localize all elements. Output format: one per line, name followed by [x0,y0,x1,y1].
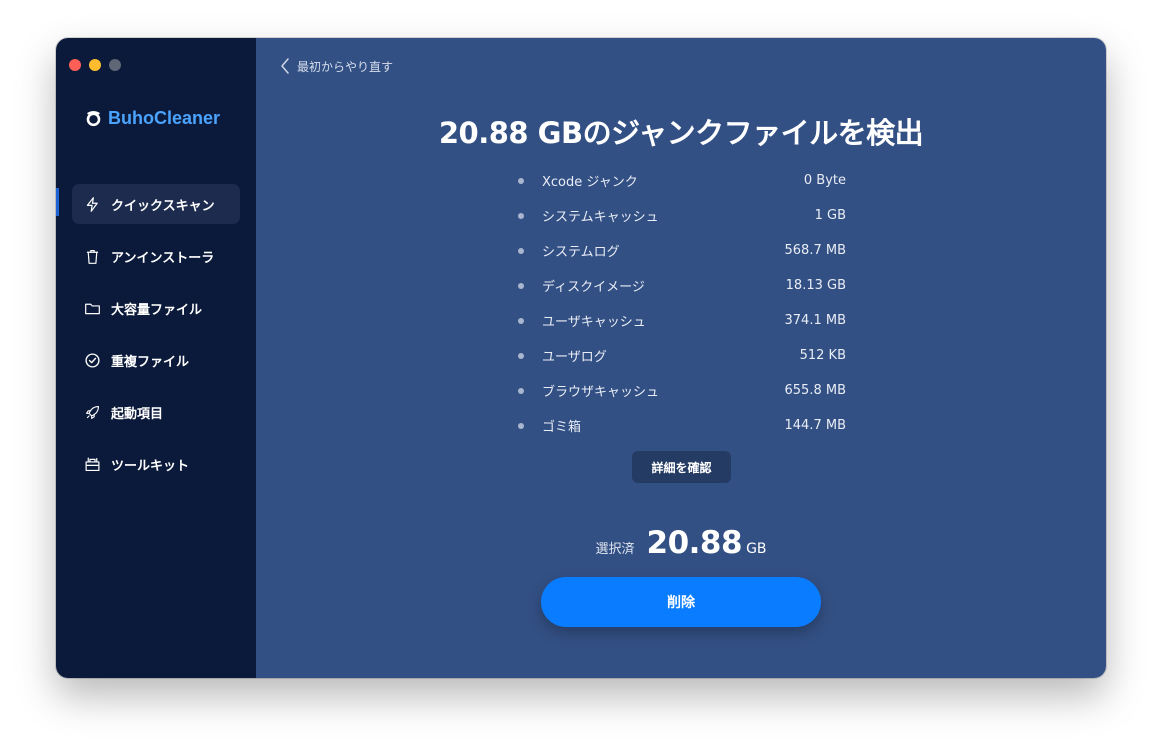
bullet-icon [518,422,524,429]
bullet-icon [518,352,524,359]
bullet-icon [518,177,524,184]
junk-row-system-logs: システムログ 568.7 MB [518,233,846,268]
sidebar-item-label: 起動項目 [111,406,164,422]
junk-size: 655.8 MB [784,383,846,398]
junk-size: 144.7 MB [784,418,846,433]
zoom-window-button[interactable] [109,59,121,71]
junk-size: 0 Byte [803,173,846,188]
junk-row-xcode: Xcode ジャンク 0 Byte [518,163,846,198]
main-panel: 最初からやり直す 20.88 GBのジャンクファイルを検出 Xcode ジャンク… [256,38,1106,678]
sidebar-item-startup-items[interactable]: 起動項目 [72,392,240,432]
junk-row-trash: ゴミ箱 144.7 MB [518,408,846,443]
junk-size: 1 GB [814,208,846,223]
buho-logo-icon [86,111,101,127]
app-window: BuhoCleaner クイックスキャン アンインストーラ 大容量ファイル 重複… [56,38,1106,678]
start-over-label: 最初からやり直す [297,59,394,74]
sidebar: BuhoCleaner クイックスキャン アンインストーラ 大容量ファイル 重複… [56,38,256,678]
junk-row-disk-images: ディスクイメージ 18.13 GB [518,268,846,303]
selected-value: 20.88 [646,525,743,561]
sidebar-item-label: クイックスキャン [111,198,215,214]
page-title: 20.88 GBのジャンクファイルを検出 [438,116,924,150]
junk-size: 568.7 MB [784,243,846,258]
junk-name: システムキャッシュ [542,210,659,225]
junk-name: ユーザキャッシュ [542,315,646,330]
chevron-left-icon [281,58,289,74]
junk-name: Xcode ジャンク [542,175,638,190]
check-circle-icon [85,352,100,368]
start-over-link[interactable]: 最初からやり直す [279,57,393,75]
trash-icon [86,249,99,264]
app-logo: BuhoCleaner [85,108,220,129]
sidebar-nav: クイックスキャン アンインストーラ 大容量ファイル 重複ファイル 起動項目 ツー… [72,184,240,496]
sidebar-item-quick-scan[interactable]: クイックスキャン [72,184,240,224]
delete-button[interactable]: 削除 [541,577,821,627]
junk-name: ブラウザキャッシュ [542,385,660,400]
sidebar-item-label: アンインストーラ [111,250,215,266]
junk-name: ゴミ箱 [542,420,582,435]
window-controls [69,59,121,71]
junk-row-user-cache: ユーザキャッシュ 374.1 MB [518,303,846,338]
selected-unit: GB [746,541,767,557]
junk-name: ユーザログ [542,350,607,365]
bullet-icon [518,212,524,219]
junk-size: 512 KB [799,348,846,363]
sidebar-item-large-files[interactable]: 大容量ファイル [72,288,240,328]
active-nav-marker [56,188,59,216]
sidebar-item-label: ツールキット [111,458,190,474]
selected-label: 選択済 [595,542,635,557]
sidebar-item-toolkit[interactable]: ツールキット [72,444,240,484]
sidebar-item-uninstaller[interactable]: アンインストーラ [72,236,240,276]
junk-row-browser-cache: ブラウザキャッシュ 655.8 MB [518,373,846,408]
toolbox-icon [85,457,100,471]
junk-list: Xcode ジャンク 0 Byte システムキャッシュ 1 GB システムログ … [518,163,846,443]
bullet-icon [518,247,524,254]
view-details-button[interactable]: 詳細を確認 [632,451,731,483]
sidebar-item-label: 重複ファイル [111,354,190,370]
rocket-icon [85,405,100,419]
junk-size: 18.13 GB [785,278,846,293]
bullet-icon [518,387,524,394]
junk-name: ディスクイメージ [542,280,645,295]
folder-icon [85,303,100,314]
junk-row-system-cache: システムキャッシュ 1 GB [518,198,846,233]
bullet-icon [518,317,524,324]
sidebar-item-label: 大容量ファイル [111,302,203,318]
lightning-icon [86,196,98,212]
close-window-button[interactable] [69,59,81,71]
app-name: BuhoCleaner [108,108,221,128]
selected-summary: 選択済 20.88 GB [256,525,1106,561]
junk-row-user-logs: ユーザログ 512 KB [518,338,846,373]
minimize-window-button[interactable] [89,59,101,71]
junk-size: 374.1 MB [784,313,846,328]
bullet-icon [518,282,524,289]
junk-name: システムログ [542,245,620,260]
sidebar-item-duplicate-files[interactable]: 重複ファイル [72,340,240,380]
